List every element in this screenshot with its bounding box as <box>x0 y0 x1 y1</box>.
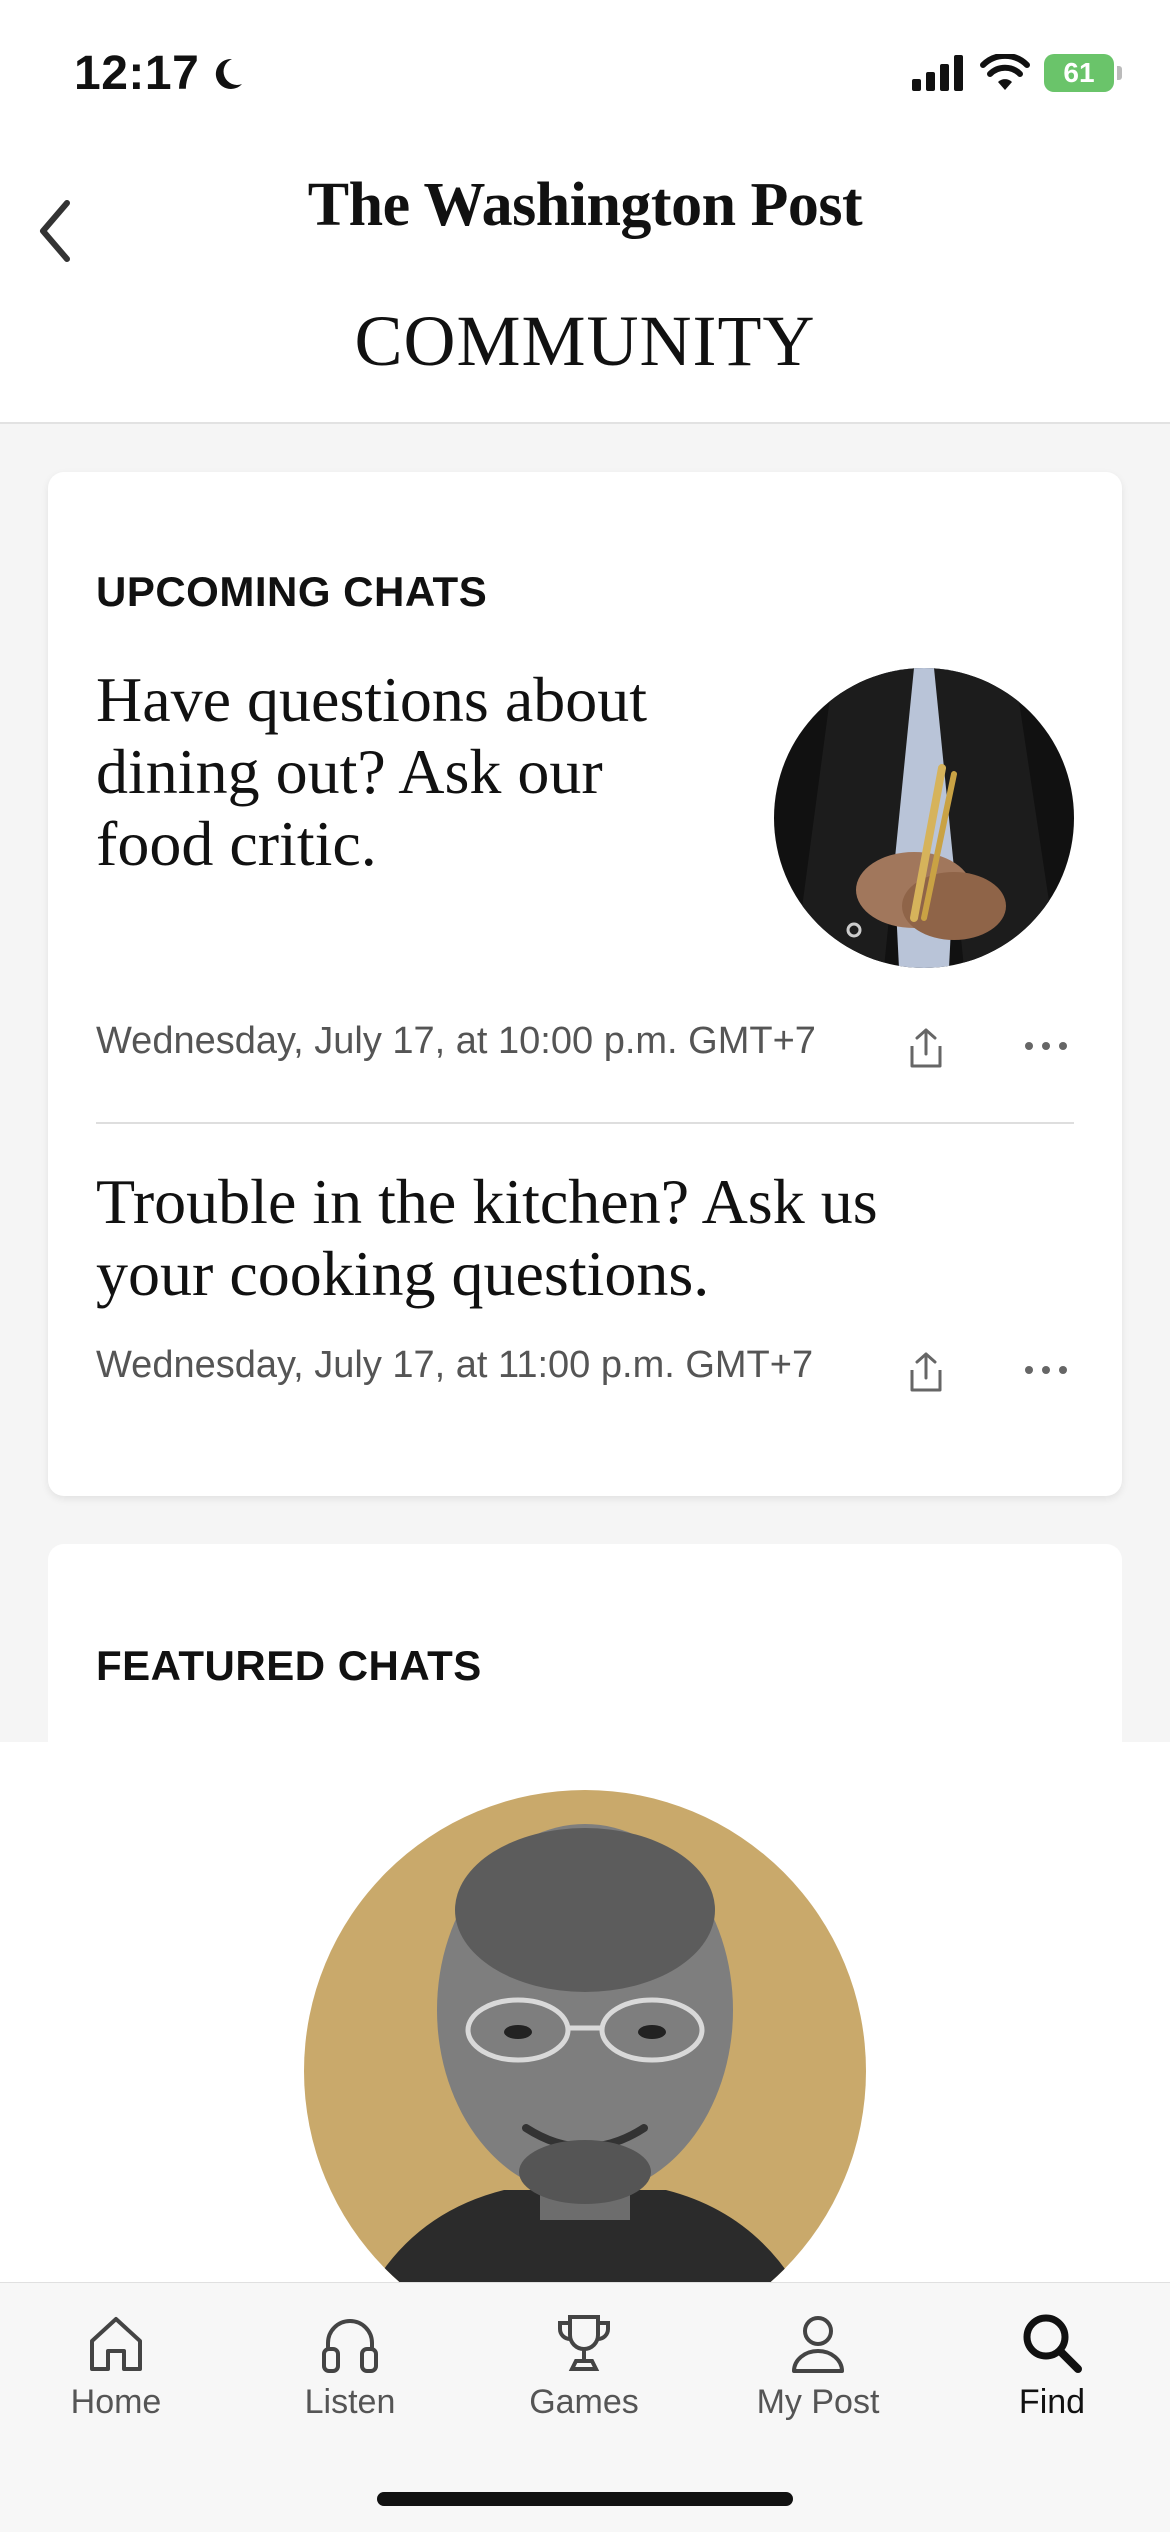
moon-icon <box>216 58 243 89</box>
upcoming-chats-card: UPCOMING CHATS Have questions about dini… <box>48 472 1122 1496</box>
share-icon <box>910 1352 942 1392</box>
signal-icon <box>912 55 963 91</box>
tab-label: Find <box>1018 2383 1086 2421</box>
chat-title-line: your cooking questions. <box>96 1238 710 1309</box>
page-title: COMMUNITY <box>354 301 816 381</box>
tab-listen[interactable]: Listen <box>250 2311 450 2422</box>
person-icon <box>792 2316 844 2373</box>
tab-label: Home <box>70 2383 162 2421</box>
headphones-icon <box>322 2319 378 2373</box>
chat-title-line: dining out? Ask our <box>96 736 603 807</box>
search-icon <box>1023 2314 1082 2373</box>
more-options-button[interactable] <box>1016 1340 1076 1400</box>
featured-chat-sheet <box>0 1742 1170 2282</box>
tab-my-post[interactable]: My Post <box>718 2311 918 2422</box>
page-header: The Washington Post COMMUNITY <box>0 150 1170 424</box>
chat-datetime: Wednesday, July 17, at 11:00 p.m. GMT+7 <box>96 1344 814 1386</box>
more-options-button[interactable] <box>1016 1016 1076 1076</box>
battery-icon: 61 <box>1044 54 1122 92</box>
chat-title[interactable]: Trouble in the kitchen? Ask us your cook… <box>96 1166 1076 1310</box>
section-heading: UPCOMING CHATS <box>96 568 488 615</box>
status-time: 12:17 <box>74 46 247 101</box>
section-heading: FEATURED CHATS <box>96 1642 482 1689</box>
share-button[interactable] <box>896 1342 956 1402</box>
trophy-icon <box>558 2315 610 2371</box>
share-icon <box>910 1028 942 1068</box>
chat-title[interactable]: Have questions about dining out? Ask our… <box>96 664 736 880</box>
tab-home[interactable]: Home <box>16 2311 216 2422</box>
chat-title-line: Have questions about <box>96 664 647 735</box>
host-portrait[interactable] <box>304 1790 866 2282</box>
suit-fork-illustration <box>774 668 1074 968</box>
battery-level: 61 <box>1063 57 1095 88</box>
ellipsis-icon <box>1025 1042 1067 1050</box>
tab-label: Games <box>529 2383 639 2421</box>
tab-label: My Post <box>756 2383 880 2421</box>
wifi-icon <box>980 54 1030 90</box>
chat-title-line: Trouble in the kitchen? Ask us <box>96 1166 878 1237</box>
home-indicator[interactable] <box>377 2492 793 2506</box>
masthead-logo: The Washington Post <box>307 171 863 239</box>
food-critic-image[interactable] <box>774 668 1074 968</box>
share-button[interactable] <box>896 1018 956 1078</box>
tab-find[interactable]: Find <box>952 2311 1152 2422</box>
chat-title-line: food critic. <box>96 808 377 879</box>
chat-datetime: Wednesday, July 17, at 10:00 p.m. GMT+7 <box>96 1020 816 1062</box>
time-text: 12:17 <box>74 47 200 100</box>
tab-label: Listen <box>304 2383 396 2421</box>
status-bar: 12:17 61 <box>0 0 1170 150</box>
status-indicators: 61 <box>912 54 1122 92</box>
portrait-illustration <box>304 1790 866 2282</box>
ellipsis-icon <box>1025 1366 1067 1374</box>
tab-games[interactable]: Games <box>484 2311 684 2422</box>
home-icon <box>90 2317 142 2371</box>
divider <box>96 1122 1074 1124</box>
